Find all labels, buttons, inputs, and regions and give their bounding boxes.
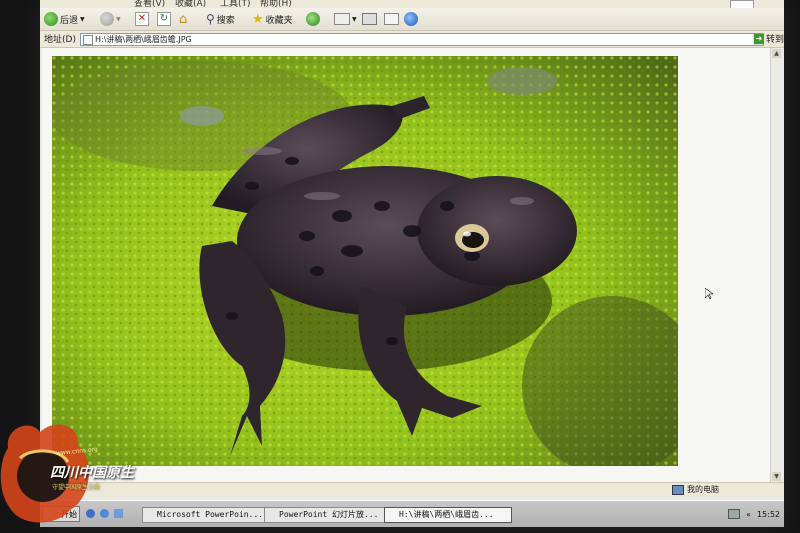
menu-tools[interactable]: 工具(T) (220, 0, 251, 8)
chevron-down-icon: ▼ (80, 15, 85, 23)
tray-expand-button[interactable]: « (746, 510, 751, 519)
network-icon[interactable] (728, 509, 741, 519)
chevron-down-icon: ▼ (116, 15, 121, 23)
toolbar: 后退 ▼ ▼ ✕ ↻ ⌂ ⚲ 搜索 ★ 收藏夹 ▼ (40, 8, 784, 31)
mail-icon (334, 13, 350, 25)
go-button[interactable]: ➜ 转到 (754, 32, 784, 45)
chevron-down-icon: ▼ (352, 15, 357, 23)
task-label: H:\讲稿\两栖\峨眉齿... (399, 510, 494, 519)
favorites-label: 收藏夹 (265, 15, 293, 26)
home-icon: ⌂ (179, 11, 188, 27)
clock[interactable]: 15:52 (757, 510, 780, 519)
go-icon: ➜ (754, 33, 764, 44)
favorites-button[interactable]: ★ 收藏夹 (252, 11, 293, 27)
stop-button[interactable]: ✕ (135, 11, 149, 27)
menu-bar: 查看(V) 收藏(A) 工具(T) 帮助(H) (40, 0, 784, 8)
home-button[interactable]: ⌂ (179, 11, 187, 27)
frog-photo (52, 56, 678, 466)
status-zone: 我的电脑 (672, 484, 719, 495)
menu-help[interactable]: 帮助(H) (260, 0, 292, 8)
logo-title: 四川中国原生 (50, 465, 134, 481)
address-label: 地址(D) (44, 35, 76, 45)
system-tray: « 15:52 (728, 505, 780, 523)
print-button[interactable] (362, 11, 377, 27)
search-icon: ⚲ (206, 12, 215, 26)
back-label: 后退 (60, 15, 79, 26)
print-icon (362, 13, 377, 25)
scroll-down-button[interactable]: ▼ (772, 472, 781, 481)
media-icon (306, 12, 320, 26)
computer-icon (672, 484, 684, 495)
file-icon (83, 35, 93, 45)
edit-button[interactable] (384, 11, 399, 27)
messenger-icon (404, 12, 418, 26)
windows-logo-icon (730, 0, 754, 8)
back-icon (44, 12, 58, 26)
vertical-scrollbar[interactable]: ▲ ▼ (770, 48, 782, 482)
task-ie-image[interactable]: H:\讲稿\两栖\峨眉齿... (384, 507, 512, 523)
address-input[interactable]: H:\讲稿\两栖\峨眉齿蟾.JPG ▼ (80, 33, 764, 46)
go-label: 转到 (766, 35, 784, 45)
forward-icon (100, 12, 114, 26)
task-label: PowerPoint 幻灯片放... (279, 510, 379, 519)
cursor-icon (705, 288, 713, 300)
refresh-button[interactable]: ↻ (157, 11, 171, 27)
content-area (42, 48, 770, 482)
messenger-button[interactable] (404, 11, 418, 27)
media-button[interactable] (306, 11, 320, 27)
mail-button[interactable]: ▼ (334, 11, 357, 27)
back-button[interactable]: 后退 ▼ (44, 11, 85, 27)
refresh-icon: ↻ (157, 12, 171, 26)
stop-icon: ✕ (135, 12, 149, 26)
address-bar: 地址(D) H:\讲稿\两栖\峨眉齿蟾.JPG ▼ ➜ 转到 (40, 31, 784, 48)
edit-icon (384, 13, 399, 25)
search-label: 搜索 (216, 15, 235, 26)
address-value: H:\讲稿\两栖\峨眉齿蟾.JPG (95, 35, 192, 44)
favorites-icon: ★ (252, 11, 264, 27)
task-slideshow[interactable]: PowerPoint 幻灯片放... (264, 507, 392, 523)
status-zone-label: 我的电脑 (687, 485, 719, 494)
menu-favorites[interactable]: 收藏(A) (175, 0, 206, 8)
logo-subtitle: 守望中国原生之美 (52, 484, 101, 491)
forward-button[interactable]: ▼ (100, 11, 121, 27)
menu-view[interactable]: 查看(V) (134, 0, 165, 8)
search-button[interactable]: ⚲ 搜索 (206, 11, 235, 27)
scroll-up-button[interactable]: ▲ (772, 49, 781, 58)
